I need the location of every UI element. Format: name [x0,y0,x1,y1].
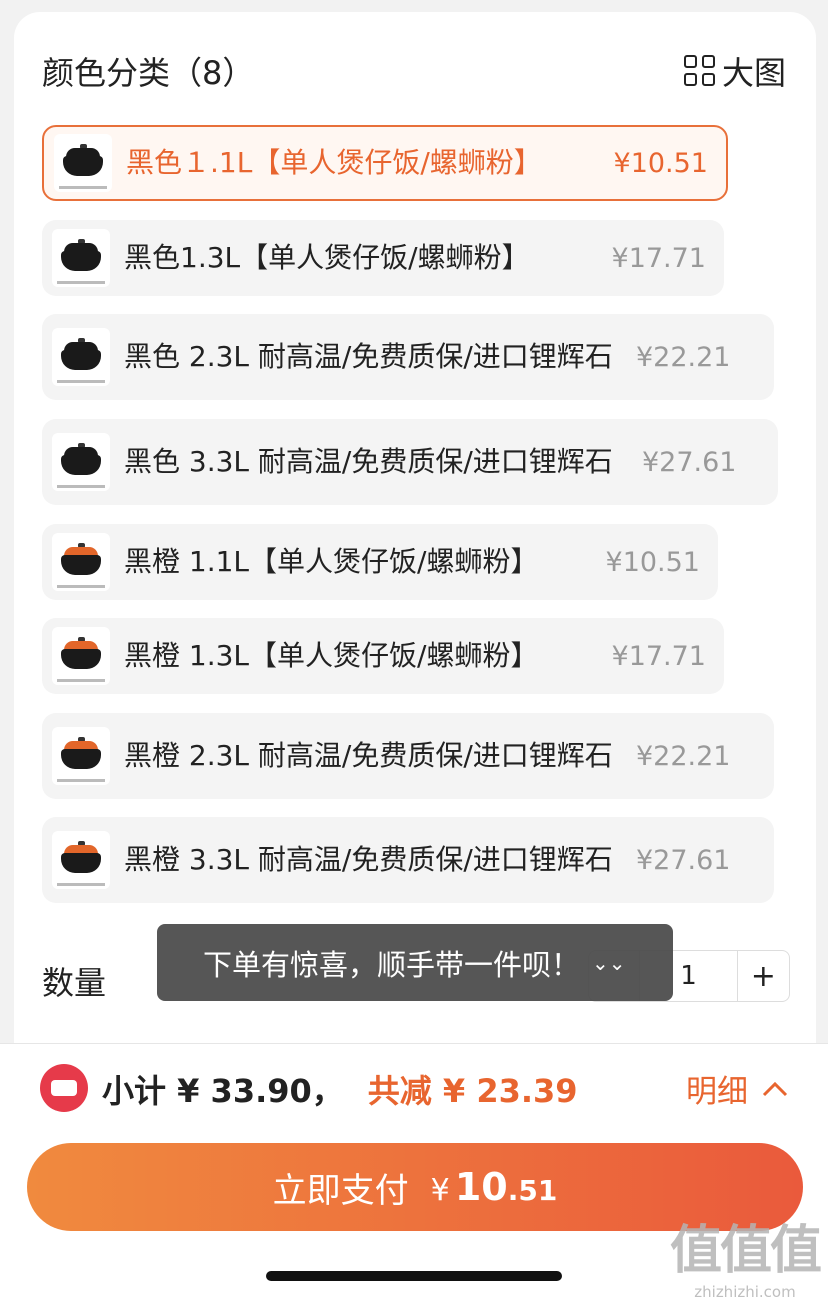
product-thumbnail [52,328,110,386]
product-thumbnail [52,433,110,491]
sku-price: ¥17.71 [611,640,706,672]
sku-name: 黑橙 3.3L 耐高温/免费质保/进口锂辉石 [124,843,613,876]
sku-price: ¥22.21 [636,341,731,373]
sku-name: 黑色 2.3L 耐高温/免费质保/进口锂辉石 [124,340,613,373]
watermark-url: zhizhizhi.com [694,1283,796,1297]
sku-option[interactable]: 黑橙 1.3L【单人煲仔饭/螺蛳粉】 ¥17.71 [42,618,724,694]
divider [0,1043,828,1044]
coupon-icon [40,1064,88,1112]
toast-text: 下单有惊喜，顺手带一件呗！ [203,947,581,982]
sku-name: 黑色 3.3L 耐高温/免费质保/进口锂辉石 [124,445,613,478]
watermark-logo: 值值值 [669,1221,822,1281]
product-thumbnail [52,533,110,591]
product-thumbnail [52,831,110,889]
product-thumbnail [52,229,110,287]
product-thumbnail [52,627,110,685]
pay-amount-dec: .51 [507,1174,558,1207]
sku-price: ¥22.21 [636,740,731,772]
increase-button[interactable]: + [738,951,789,1001]
sku-option[interactable]: 黑色 3.3L 耐高温/免费质保/进口锂辉石 ¥27.61 [42,419,778,505]
pay-currency: ¥ [430,1173,450,1208]
sku-name: 黑橙 1.1L【单人煲仔饭/螺蛳粉】 [124,545,539,578]
discount-text: 共减 ¥ 23.39 [367,1072,578,1110]
sku-name: 黑色１.1L【单人煲仔饭/螺蛳粉】 [126,146,542,179]
detail-label: 明细 [686,1074,748,1110]
sku-name: 黑色1.3L【单人煲仔饭/螺蛳粉】 [124,241,530,274]
big-image-toggle[interactable]: 大图 [683,48,786,94]
sku-price: ¥27.61 [636,844,731,876]
pay-amount-int: 10 [454,1165,508,1209]
section-title: 颜色分类（8） [42,54,255,92]
sku-option[interactable]: 黑橙 1.1L【单人煲仔饭/螺蛳粉】 ¥10.51 [42,524,718,600]
sku-price: ¥17.71 [611,242,706,274]
sku-option[interactable]: 黑色 2.3L 耐高温/免费质保/进口锂辉石 ¥22.21 [42,314,774,400]
sku-price: ¥10.51 [613,147,708,179]
product-thumbnail [54,134,112,192]
promo-toast[interactable]: 下单有惊喜，顺手带一件呗！ ⌄⌄ [157,924,673,1001]
sku-option[interactable]: 黑色１.1L【单人煲仔饭/螺蛳粉】 ¥10.51 [42,125,728,201]
sku-name: 黑橙 1.3L【单人煲仔饭/螺蛳粉】 [124,639,539,672]
pay-label: 立即支付 [272,1170,409,1211]
sku-name: 黑橙 2.3L 耐高温/免费质保/进口锂辉石 [124,739,613,772]
product-thumbnail [52,727,110,785]
pay-amount: ¥ 10.51 [431,1165,558,1209]
sku-option[interactable]: 黑橙 2.3L 耐高温/免费质保/进口锂辉石 ¥22.21 [42,713,774,799]
sku-option[interactable]: 黑橙 3.3L 耐高温/免费质保/进口锂辉石 ¥27.61 [42,817,774,903]
big-image-label: 大图 [721,54,786,92]
grid-icon [683,55,716,87]
double-chevron-down-icon: ⌄⌄ [592,950,626,975]
price-summary: 小计 ¥ 33.90， 共减 ¥ 23.39 [102,1066,578,1112]
sku-price: ¥27.61 [642,446,737,478]
quantity-label: 数量 [42,964,107,1002]
watermark: 值值值 zhizhizhi.com [669,1208,822,1297]
detail-toggle[interactable]: 明细 [686,1066,788,1111]
home-indicator [266,1271,562,1281]
sku-option[interactable]: 黑色1.3L【单人煲仔饭/螺蛳粉】 ¥17.71 [42,220,724,296]
chevron-up-icon [762,1081,788,1096]
subtotal-text: 小计 ¥ 33.90， [102,1072,344,1110]
sku-price: ¥10.51 [605,546,700,578]
